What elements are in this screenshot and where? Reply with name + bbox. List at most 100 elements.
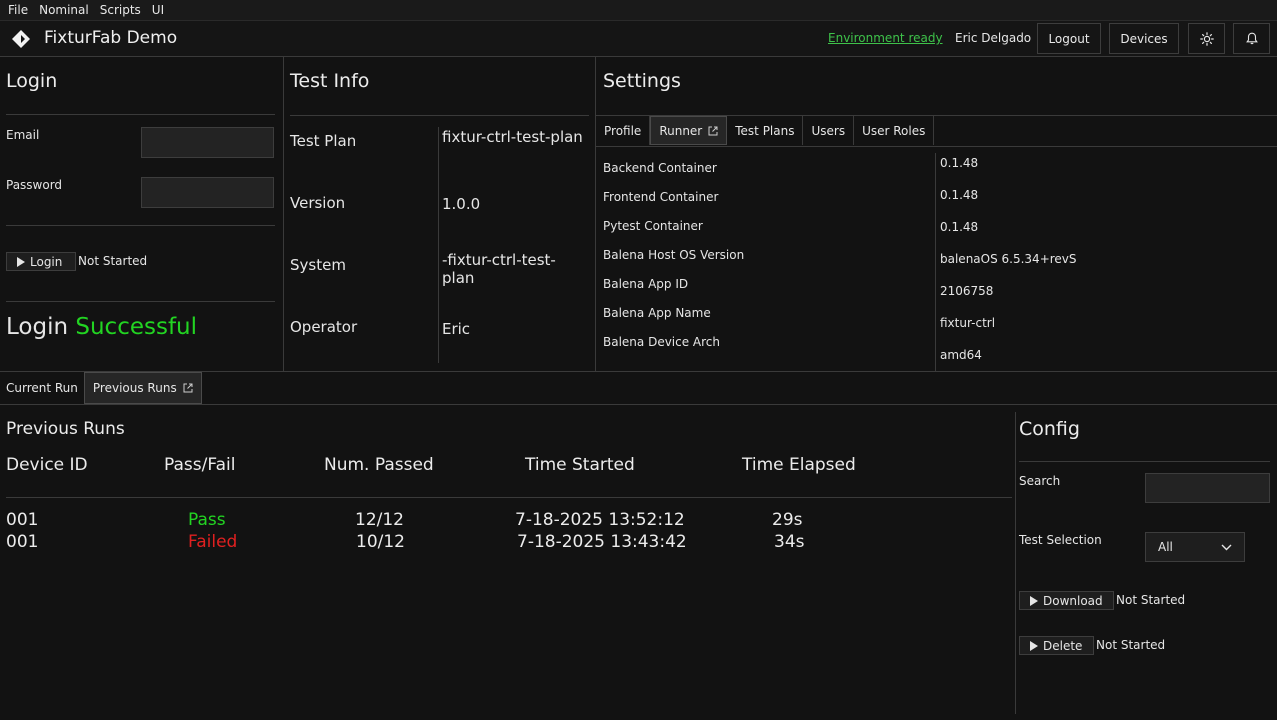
time-elapsed-cell: 29s	[772, 510, 803, 530]
tab-current-run[interactable]: Current Run	[0, 372, 84, 404]
menu-ui[interactable]: UI	[152, 3, 164, 17]
download-button-label: Download	[1043, 593, 1103, 608]
result-cell: Pass	[188, 510, 226, 530]
divider	[1019, 461, 1270, 462]
tab-previous-runs[interactable]: Previous Runs	[83, 372, 202, 404]
system-label: System	[290, 256, 346, 274]
test-selection-dropdown[interactable]: All	[1145, 532, 1245, 562]
balena-app-id-value: 2106758	[940, 284, 994, 298]
column-header-time-started: Time Started	[525, 455, 635, 475]
download-button[interactable]: Download	[1019, 591, 1114, 610]
search-input[interactable]	[1145, 473, 1270, 503]
backend-container-value: 0.1.48	[940, 156, 979, 170]
settings-title: Settings	[603, 70, 681, 92]
config-panel: Config Search Test Selection All Downloa…	[1016, 405, 1277, 720]
num-passed-cell: 10/12	[356, 532, 405, 552]
bell-icon	[1245, 32, 1258, 45]
tab-user-roles[interactable]: User Roles	[854, 116, 935, 145]
column-header-time-elapsed: Time Elapsed	[742, 455, 856, 475]
user-name: Eric Delgado	[955, 31, 1032, 45]
tab-runner-label: Runner	[659, 123, 703, 138]
device-id-cell: 001	[6, 510, 39, 530]
test-selection-label: Test Selection	[1019, 533, 1102, 547]
tab-test-plans[interactable]: Test Plans	[727, 116, 804, 145]
notifications-button[interactable]	[1233, 23, 1270, 54]
time-started-cell: 7-18-2025 13:43:42	[517, 532, 687, 552]
time-started-cell: 7-18-2025 13:52:12	[515, 510, 685, 530]
balena-app-id-label: Balena App ID	[603, 277, 689, 291]
login-result-prefix: Login	[6, 314, 69, 340]
external-link-icon	[183, 383, 193, 393]
operator-label: Operator	[290, 318, 358, 336]
environment-status-link[interactable]: Environment ready	[828, 31, 943, 45]
test-plan-label: Test Plan	[290, 132, 357, 150]
login-result: Login Successful	[6, 314, 197, 340]
email-field[interactable]	[141, 127, 274, 158]
balena-app-name-label: Balena App Name	[603, 306, 711, 320]
login-status: Not Started	[78, 254, 148, 268]
test-info-title: Test Info	[290, 70, 370, 92]
delete-button-label: Delete	[1043, 638, 1083, 653]
play-icon	[17, 256, 25, 267]
balena-device-arch-label: Balena Device Arch	[603, 335, 721, 349]
device-id-cell: 001	[6, 532, 39, 552]
column-header-pass-fail: Pass/Fail	[164, 455, 236, 475]
pytest-container-value: 0.1.48	[940, 220, 979, 234]
column-header-device-id: Device ID	[6, 455, 88, 475]
tab-current-run-label: Current Run	[6, 381, 78, 395]
version-label: Version	[290, 194, 346, 212]
download-status: Not Started	[1116, 593, 1186, 607]
table-row[interactable]: 001 Pass 12/12 7-18-2025 13:52:12 29s	[0, 510, 1010, 532]
version-value: 1.0.0	[442, 195, 481, 213]
tab-runner[interactable]: Runner	[650, 116, 728, 145]
divider	[6, 497, 1012, 498]
login-button[interactable]: Login	[6, 252, 76, 271]
result-cell: Failed	[188, 532, 238, 552]
divider	[6, 301, 275, 302]
tab-users[interactable]: Users	[803, 116, 855, 145]
external-link-icon	[708, 126, 718, 135]
email-label: Email	[6, 128, 40, 142]
pytest-container-label: Pytest Container	[603, 219, 703, 233]
tab-profile-label: Profile	[604, 123, 642, 138]
delete-status: Not Started	[1096, 638, 1166, 652]
divider	[6, 225, 275, 226]
password-label: Password	[6, 178, 63, 192]
settings-panel: Settings Profile Runner Test Plans Users…	[596, 57, 1277, 372]
login-button-label: Login	[30, 254, 63, 269]
tab-profile[interactable]: Profile	[596, 116, 651, 145]
balena-device-arch-value: amd64	[940, 348, 982, 362]
settings-tabs: Profile Runner Test Plans Users User Rol…	[596, 116, 935, 146]
tab-user-roles-label: User Roles	[862, 123, 926, 138]
frontend-container-value: 0.1.48	[940, 188, 979, 202]
login-panel-title: Login	[6, 70, 58, 92]
test-plan-value: fixtur-ctrl-test-plan	[442, 128, 583, 146]
divider	[290, 115, 589, 116]
login-result-status: Successful	[75, 314, 198, 340]
logout-button[interactable]: Logout	[1037, 23, 1101, 54]
backend-container-label: Backend Container	[603, 161, 717, 175]
divider	[6, 114, 275, 115]
table-row[interactable]: 001 Failed 10/12 7-18-2025 13:43:42 34s	[0, 532, 1010, 554]
tab-users-label: Users	[811, 123, 846, 138]
frontend-container-label: Frontend Container	[603, 190, 719, 204]
menu-nominal[interactable]: Nominal	[39, 3, 89, 17]
config-title: Config	[1019, 418, 1080, 440]
test-selection-value: All	[1158, 540, 1173, 554]
menu-file[interactable]: File	[8, 3, 28, 17]
login-panel: Login Email Password Login Not Started L…	[0, 57, 283, 372]
menu-scripts[interactable]: Scripts	[100, 3, 141, 17]
divider	[596, 146, 1277, 147]
balena-host-os-label: Balena Host OS Version	[603, 248, 745, 262]
menu-bar: File Nominal Scripts UI	[0, 0, 1277, 21]
play-icon	[1030, 595, 1038, 606]
system-value: -fixtur-ctrl-test-plan	[442, 251, 556, 287]
time-elapsed-cell: 34s	[774, 532, 805, 552]
delete-button[interactable]: Delete	[1019, 636, 1094, 655]
theme-toggle-button[interactable]	[1188, 23, 1225, 54]
operator-value: Eric	[442, 320, 471, 338]
tab-test-plans-label: Test Plans	[735, 123, 795, 138]
password-field[interactable]	[141, 177, 274, 208]
devices-button[interactable]: Devices	[1109, 23, 1179, 54]
balena-host-os-value: balenaOS 6.5.34+revS	[940, 252, 1077, 266]
